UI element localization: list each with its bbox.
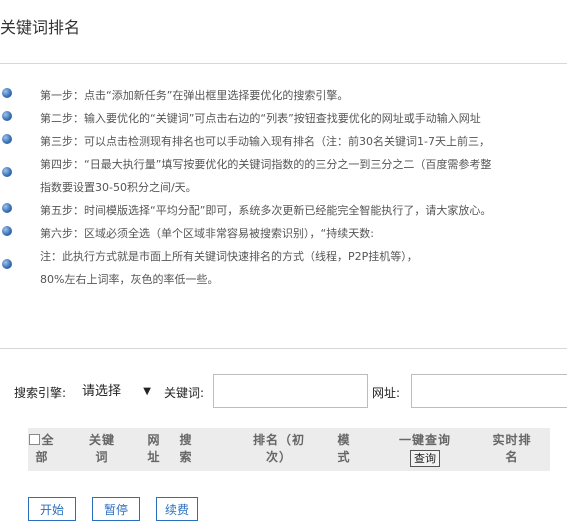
column-header-line: 词 <box>95 450 109 464</box>
realtime-rank-column-header: 实时排 名 <box>484 432 540 466</box>
instruction-note: 注：此执行方式就是市面上所有关键词快速排名的方式（线程，P2P挂机等）， 80%… <box>0 245 567 291</box>
mode-column-header: 模 式 <box>330 432 358 466</box>
column-header-line: 索 <box>179 450 193 464</box>
instruction-text: 80%左右上词率，灰色的率低一些。 <box>40 273 219 286</box>
column-header-line: 搜 <box>179 433 193 447</box>
renew-button[interactable]: 续费 <box>156 497 198 521</box>
quick-query-column-header: 一键查询 查询 <box>390 432 460 467</box>
bullet-icon <box>2 203 12 213</box>
engine-label: 搜索引擎: <box>14 386 67 400</box>
bullet-icon <box>2 88 12 98</box>
url-column-header: 网 址 <box>140 432 168 466</box>
engine-select-value: 请选择 <box>82 384 122 399</box>
instructions-list: 第一步：点击“添加新任务”在弹出框里选择要优化的搜索引擎。 第二步：输入要优化的… <box>0 84 567 291</box>
instruction-step-1: 第一步：点击“添加新任务”在弹出框里选择要优化的搜索引擎。 <box>0 84 567 107</box>
engine-column-header: 搜 索 <box>172 432 200 466</box>
instruction-text: 第三步：可以点击检测现有排名也可以手动输入现有排名（注：前30名关键词1-7天上… <box>40 135 490 148</box>
url-label: 网址: <box>372 386 401 400</box>
instruction-step-5: 第五步：时间模版选择“平均分配”即可，系统多次更新已经能完全智能执行了，请大家放… <box>0 199 567 222</box>
column-header-line: 关键 <box>88 433 115 447</box>
page-title: 关键词排名 <box>0 18 81 37</box>
column-header-line: 次） <box>265 450 292 464</box>
column-header: 部 <box>35 450 49 464</box>
column-header-line: 一键查询 <box>398 433 451 447</box>
title-divider <box>0 63 567 64</box>
start-button[interactable]: 开始 <box>28 497 76 521</box>
column-header-line: 排名（初 <box>252 433 305 447</box>
instruction-step-3: 第三步：可以点击检测现有排名也可以手动输入现有排名（注：前30名关键词1-7天上… <box>0 130 567 153</box>
column-header-line: 名 <box>505 450 519 464</box>
keyword-input[interactable] <box>213 374 368 408</box>
column-header-line: 式 <box>337 450 351 464</box>
select-all-column[interactable]: 全 部 <box>28 432 56 466</box>
column-header-line: 网 <box>147 433 161 447</box>
keyword-label: 关键词: <box>164 386 205 400</box>
task-table-header: 全 部 关键 词 网 址 搜 索 排名（初 次） 模 式 一键查询 查询 实时排… <box>28 428 550 471</box>
instruction-text: 指数要设置30-50积分之间/天。 <box>40 181 197 194</box>
instruction-step-6: 第六步：区域必须全选（单个区域非常容易被搜索识别），“持续天数: <box>0 222 567 245</box>
instruction-text: 第一步：点击“添加新任务”在弹出框里选择要优化的搜索引擎。 <box>40 89 349 102</box>
column-header-line: 实时排 <box>492 433 532 447</box>
pause-button[interactable]: 暂停 <box>92 497 140 521</box>
query-button[interactable]: 查询 <box>410 450 440 467</box>
column-header-line: 址 <box>147 450 161 464</box>
bullet-icon <box>2 111 12 121</box>
instruction-text: 注：此执行方式就是市面上所有关键词快速排名的方式（线程，P2P挂机等）， <box>40 250 418 263</box>
instruction-text: 第五步：时间模版选择“平均分配”即可，系统多次更新已经能完全智能执行了，请大家放… <box>40 204 492 217</box>
url-input[interactable] <box>411 374 567 408</box>
instruction-text: 第四步：“日最大执行量”填写按要优化的关键词指数的的三分之一到三分之二（百度需参… <box>40 158 492 171</box>
instruction-step-2: 第二步：输入要优化的“关键词”可点击右边的“列表”按钮查找要优化的网址或手动输入… <box>0 107 567 130</box>
instruction-step-4: 第四步：“日最大执行量”填写按要优化的关键词指数的的三分之一到三分之二（百度需参… <box>0 153 567 199</box>
bullet-icon <box>2 226 12 236</box>
column-header: 全 <box>41 433 55 447</box>
bullet-icon <box>2 167 12 177</box>
rank-column-header: 排名（初 次） <box>240 432 318 466</box>
column-header-line: 模 <box>337 433 351 447</box>
keyword-column-header: 关键 词 <box>78 432 126 466</box>
engine-select[interactable]: 请选择 ▼ <box>80 379 155 405</box>
bullet-icon <box>2 259 12 269</box>
section-divider <box>0 348 567 349</box>
caret-down-icon: ▼ <box>143 386 151 397</box>
instruction-text: 第二步：输入要优化的“关键词”可点击右边的“列表”按钮查找要优化的网址或手动输入… <box>40 112 481 125</box>
search-bar: 搜索引擎: 请选择 ▼ 关键词: 网址: <box>0 374 567 414</box>
bullet-icon <box>2 134 12 144</box>
select-all-checkbox[interactable] <box>29 434 41 445</box>
instruction-text: 第六步：区域必须全选（单个区域非常容易被搜索识别），“持续天数: <box>40 227 374 240</box>
